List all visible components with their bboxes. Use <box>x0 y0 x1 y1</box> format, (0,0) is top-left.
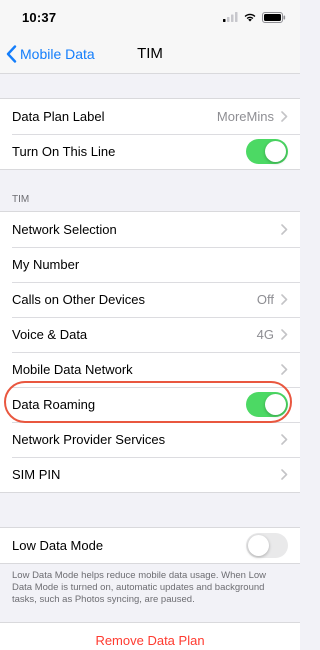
row-label: Network Selection <box>12 222 117 237</box>
row-label: My Number <box>12 257 80 272</box>
data-plan-label-row[interactable]: Data Plan Label MoreMins <box>0 99 300 134</box>
network-provider-services-row[interactable]: Network Provider Services <box>0 422 300 457</box>
back-label: Mobile Data <box>20 46 95 62</box>
turn-on-line-row: Turn On This Line <box>0 134 300 169</box>
status-icons <box>223 11 286 23</box>
row-label: Voice & Data <box>12 327 88 342</box>
network-selection-row[interactable]: Network Selection <box>0 212 300 247</box>
toggle-knob <box>265 394 286 415</box>
chevron-right-icon <box>281 434 288 445</box>
toggle-knob <box>265 141 286 162</box>
row-label: Mobile Data Network <box>12 362 133 377</box>
low-data-mode-toggle[interactable] <box>246 533 288 558</box>
wifi-icon <box>244 13 256 22</box>
cellular-signal-icon <box>223 12 238 22</box>
status-time: 10:37 <box>22 9 57 25</box>
data-roaming-toggle[interactable] <box>246 392 288 417</box>
row-label: SIM PIN <box>12 467 61 482</box>
voice-data-row[interactable]: Voice & Data 4G <box>0 317 300 352</box>
calls-other-devices-row[interactable]: Calls on Other Devices Off <box>0 282 300 317</box>
toggle-knob <box>248 535 269 556</box>
chevron-right-icon <box>281 364 288 375</box>
section-header-label: TIM <box>12 194 30 205</box>
back-button[interactable]: Mobile Data <box>6 34 95 74</box>
chevron-left-icon <box>6 45 17 63</box>
row-label: Data Roaming <box>12 397 96 412</box>
low-data-mode-footer: Low Data Mode helps reduce mobile data u… <box>12 570 267 605</box>
tim-group: Network Selection My Number Calls on Oth… <box>0 211 300 493</box>
chevron-right-icon <box>281 329 288 340</box>
plan-group: Data Plan Label MoreMins Turn On This Li… <box>0 98 300 170</box>
remove-data-plan-button[interactable]: Remove Data Plan <box>0 622 300 650</box>
row-label: Turn On This Line <box>12 144 116 159</box>
row-label: Network Provider Services <box>12 432 166 447</box>
row-label: Low Data Mode <box>12 538 104 553</box>
low-data-mode-row: Low Data Mode <box>0 528 300 563</box>
turn-on-line-toggle[interactable] <box>246 139 288 164</box>
chevron-right-icon <box>281 294 288 305</box>
row-value: 4G <box>256 327 274 342</box>
mobile-data-network-row[interactable]: Mobile Data Network <box>0 352 300 387</box>
my-number-row[interactable]: My Number <box>0 247 300 282</box>
row-label: Data Plan Label <box>12 109 105 124</box>
low-data-group: Low Data Mode <box>0 527 300 564</box>
navigation-bar: Mobile Data TIM <box>0 34 300 74</box>
row-label: Calls on Other Devices <box>12 292 145 307</box>
chevron-right-icon <box>281 224 288 235</box>
chevron-right-icon <box>281 469 288 480</box>
section-header-tim: TIM <box>0 170 300 211</box>
status-bar: 10:37 <box>0 0 300 34</box>
row-value: MoreMins <box>216 109 274 124</box>
data-roaming-row: Data Roaming <box>0 387 300 422</box>
row-value: Off <box>256 292 274 307</box>
chevron-right-icon <box>281 111 288 122</box>
sim-pin-row[interactable]: SIM PIN <box>0 457 300 492</box>
remove-data-plan-label: Remove Data Plan <box>95 633 205 648</box>
battery-icon <box>262 11 286 23</box>
